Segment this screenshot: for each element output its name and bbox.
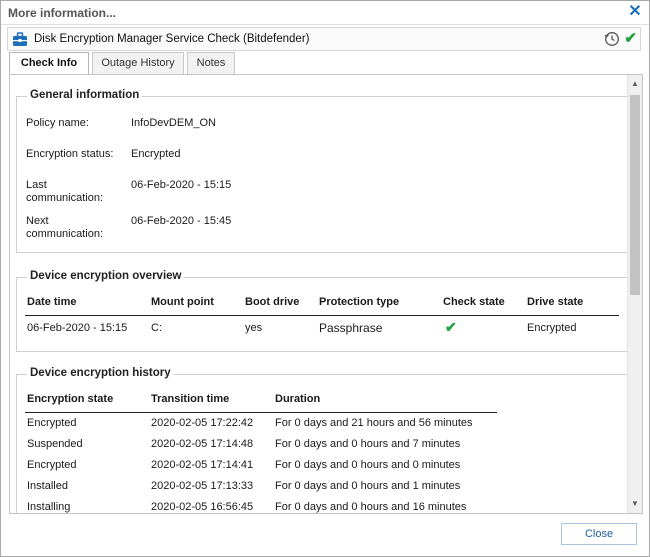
tab-check-info[interactable]: Check Info (9, 52, 89, 75)
column-header-check-state[interactable]: Check state (443, 296, 505, 308)
table-row[interactable]: 06-Feb-2020 - 15:15 C: yes Passphrase ✔ … (17, 318, 621, 338)
cell-duration: For 0 days and 0 hours and 7 minutes (275, 438, 461, 450)
table-row[interactable]: Encrypted 2020-02-05 17:22:42 For 0 days… (17, 415, 507, 435)
cell-transition-time: 2020-02-05 17:14:48 (151, 438, 254, 450)
last-communication-label-line2: communication: (26, 192, 104, 204)
tab-outage-history[interactable]: Outage History (92, 52, 184, 74)
cell-encryption-state: Suspended (27, 438, 83, 450)
group-title-overview: Device encryption overview (27, 270, 185, 282)
general-information-group: General information Policy name: InfoDev… (16, 89, 628, 253)
cell-duration: For 0 days and 0 hours and 0 minutes (275, 459, 461, 471)
column-header-encryption-state[interactable]: Encryption state (27, 393, 113, 405)
policy-name-label: Policy name: (26, 117, 89, 129)
cell-duration: For 0 days and 0 hours and 1 minutes (275, 480, 461, 492)
last-communication-label-line1: Last (26, 179, 47, 191)
table-row[interactable]: Suspended 2020-02-05 17:14:48 For 0 days… (17, 436, 507, 456)
device-history-group: Device encryption history Encryption sta… (16, 367, 628, 513)
cell-transition-time: 2020-02-05 16:56:45 (151, 501, 254, 513)
encryption-status-label: Encryption status: (26, 148, 114, 160)
cell-encryption-state: Encrypted (27, 459, 77, 471)
column-header-duration[interactable]: Duration (275, 393, 320, 405)
cell-transition-time: 2020-02-05 17:14:41 (151, 459, 254, 471)
more-information-dialog: More information... ✕ Disk Encryption Ma… (0, 0, 650, 557)
cell-encryption-state: Encrypted (27, 417, 77, 429)
last-communication-value: 06-Feb-2020 - 15:15 (131, 179, 232, 191)
scroll-area: General information Policy name: InfoDev… (10, 75, 628, 513)
close-icon[interactable]: ✕ (627, 3, 643, 21)
close-button[interactable]: Close (561, 523, 637, 545)
next-communication-label-line2: communication: (26, 228, 104, 240)
checkmark-icon: ✔ (624, 30, 637, 47)
table-row[interactable]: Encrypted 2020-02-05 17:14:41 For 0 days… (17, 457, 507, 477)
encryption-status-value: Encrypted (131, 148, 181, 160)
device-overview-group: Device encryption overview Date time Mou… (16, 270, 628, 352)
cell-duration: For 0 days and 0 hours and 16 minutes (275, 501, 467, 513)
column-header-date-time[interactable]: Date time (27, 296, 77, 308)
table-row[interactable]: Installed 2020-02-05 17:13:33 For 0 days… (17, 478, 507, 498)
dialog-title: More information... (8, 6, 116, 20)
dialog-footer: Close (1, 515, 649, 556)
cell-mount-point: C: (151, 322, 162, 334)
scroll-down-icon[interactable]: ▼ (628, 497, 642, 511)
column-header-mount-point[interactable]: Mount point (151, 296, 214, 308)
cell-boot-drive: yes (245, 322, 263, 334)
check-state-ok-icon: ✔ (445, 319, 457, 335)
cell-transition-time: 2020-02-05 17:13:33 (151, 480, 254, 492)
cell-protection-type: Passphrase (319, 321, 383, 335)
clock-icon[interactable] (604, 31, 620, 47)
header-divider (25, 315, 619, 316)
policy-name-value: InfoDevDEM_ON (131, 117, 216, 129)
group-title-history: Device encryption history (27, 367, 174, 379)
column-header-protection-type[interactable]: Protection type (319, 296, 399, 308)
cell-duration: For 0 days and 21 hours and 56 minutes (275, 417, 473, 429)
vertical-scrollbar[interactable]: ▲ ▼ (627, 75, 642, 513)
check-header: Disk Encryption Manager Service Check (B… (7, 27, 641, 51)
tab-notes[interactable]: Notes (187, 52, 235, 74)
cell-date-time: 06-Feb-2020 - 15:15 (27, 322, 128, 334)
column-header-drive-state[interactable]: Drive state (527, 296, 583, 308)
next-communication-value: 06-Feb-2020 - 15:45 (131, 215, 232, 227)
cell-transition-time: 2020-02-05 17:22:42 (151, 417, 254, 429)
column-header-transition-time[interactable]: Transition time (151, 393, 229, 405)
briefcase-icon (13, 32, 27, 46)
dialog-titlebar: More information... ✕ (1, 1, 649, 25)
cell-drive-state: Encrypted (527, 322, 577, 334)
table-row[interactable]: Installing 2020-02-05 16:56:45 For 0 day… (17, 499, 507, 513)
history-header-divider (25, 412, 497, 413)
scrollbar-thumb[interactable] (630, 95, 640, 295)
cell-encryption-state: Installed (27, 480, 68, 492)
check-info-panel: General information Policy name: InfoDev… (9, 74, 643, 514)
cell-encryption-state: Installing (27, 501, 71, 513)
check-title: Disk Encryption Manager Service Check (B… (34, 33, 310, 45)
scroll-up-icon[interactable]: ▲ (628, 77, 642, 91)
next-communication-label-line1: Next (26, 215, 49, 227)
group-title-general: General information (27, 89, 143, 101)
column-header-boot-drive[interactable]: Boot drive (245, 296, 299, 308)
